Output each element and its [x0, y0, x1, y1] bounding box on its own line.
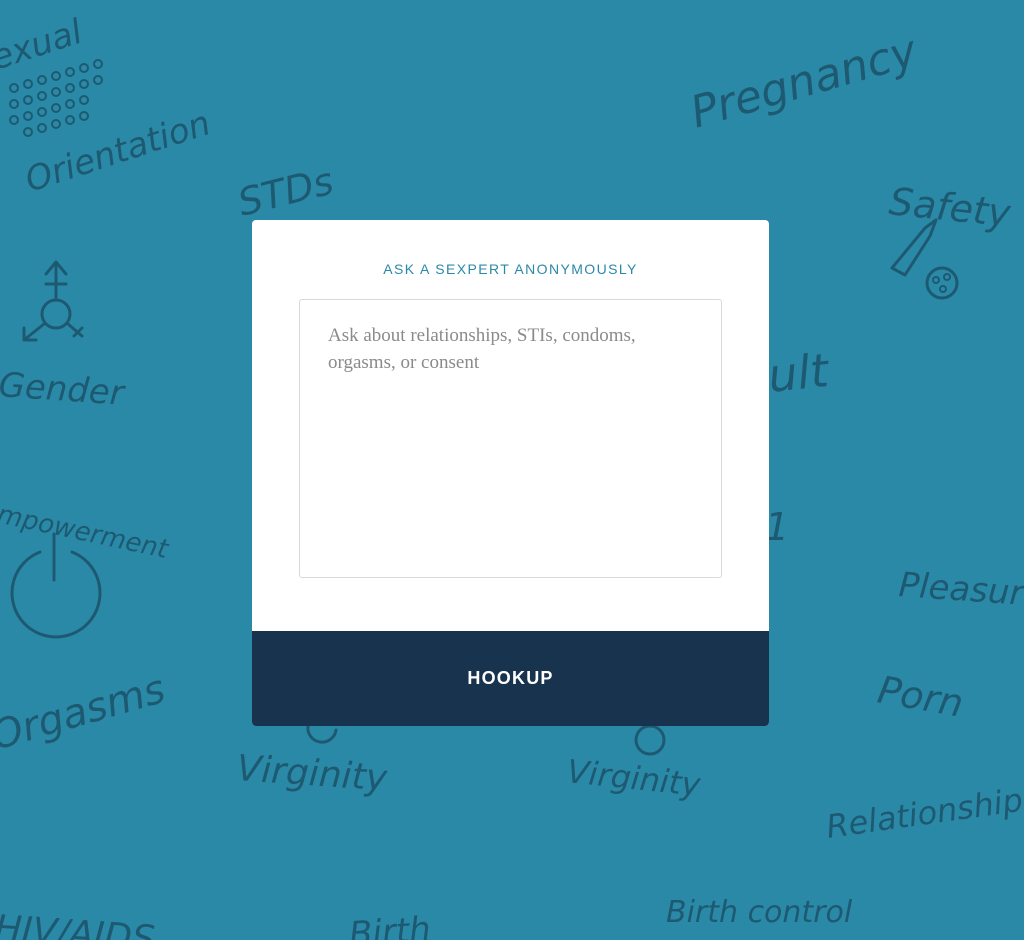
question-input[interactable]: [299, 299, 722, 578]
doodle-orientation: Orientation: [20, 103, 215, 200]
condom-icon: [890, 218, 959, 300]
doodle-pleasure: Pleasur: [897, 565, 1024, 614]
doodle-gender: Gender: [0, 365, 127, 414]
doodle-stds: STDs: [234, 159, 338, 225]
virginity-circle-left-icon: [306, 724, 338, 744]
doodle-assault: ult: [766, 343, 833, 403]
power-icon: [10, 532, 102, 639]
doodle-virginity-left: Virginity: [235, 748, 389, 799]
doodle-porn: Porn: [874, 668, 966, 726]
gender-symbol-icon: [22, 260, 84, 342]
doodle-virginity-right: Virginity: [565, 752, 703, 804]
doodle-safety: Safety: [887, 179, 1013, 236]
doodle-hiv-aids: HIV/AIDS: [0, 908, 156, 940]
doodle-sexual: exual: [0, 12, 88, 79]
virginity-circle-right-icon: [634, 724, 666, 756]
orientation-circles-icon: [9, 59, 103, 137]
hookup-button[interactable]: HOOKUP: [252, 631, 769, 726]
doodle-pregnancy: Pregnancy: [685, 25, 924, 138]
ask-sexpert-modal: ASK A SEXPERT ANONYMOUSLY HOOKUP: [252, 220, 769, 726]
doodle-birth-control: Birth control: [666, 895, 853, 930]
doodle-relationships: Relationship: [824, 781, 1024, 846]
modal-heading: ASK A SEXPERT ANONYMOUSLY: [383, 261, 638, 277]
doodle-empowerment: mpowerment: [0, 500, 171, 566]
doodle-orgasms: Orgasms: [0, 666, 170, 759]
doodle-birth: Birth: [348, 909, 432, 940]
